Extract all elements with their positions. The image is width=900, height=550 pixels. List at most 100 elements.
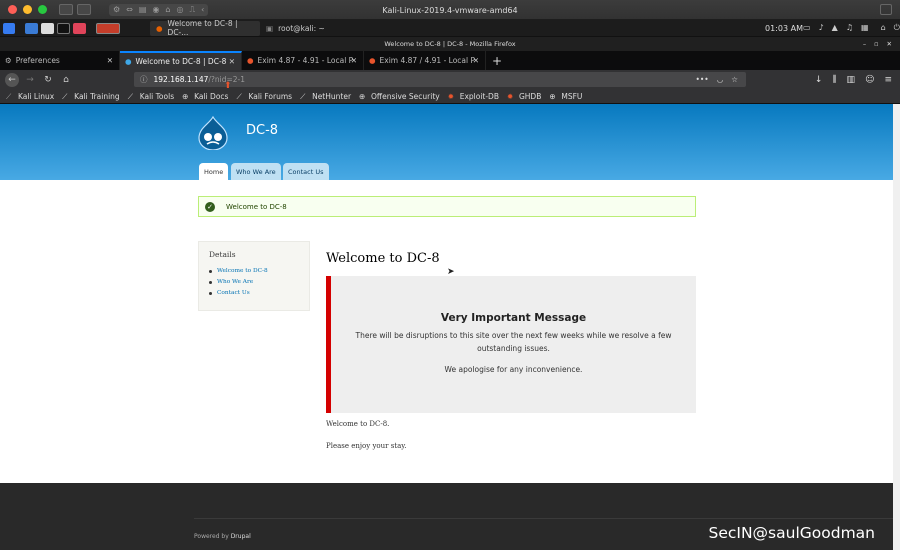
important-notice: Very Important Message There will be dis… — [326, 276, 696, 413]
reload-icon[interactable]: ↻ — [41, 73, 55, 87]
volume-icon[interactable]: ♪ — [819, 23, 824, 33]
tab-preferences[interactable]: ⚙ Preferences ✕ — [0, 51, 120, 70]
toolbar-right: ↓ ⫼ ▥ ☺ ≡ — [815, 75, 892, 85]
tab-welcome[interactable]: ● Welcome to DC-8 | DC-8 ✕ — [120, 51, 242, 70]
bookmark-kali-training[interactable]: ⟋ Kali Training — [62, 92, 120, 101]
fullscreen-button[interactable] — [880, 4, 892, 15]
firefox-window-title: Welcome to DC-8 | DC-8 - Mozilla Firefox — [384, 40, 516, 48]
kali-dragon-icon: ⟋ — [6, 91, 12, 101]
clock[interactable]: 01:03 AM — [765, 24, 803, 33]
exploit-db-favicon-icon: ● — [247, 56, 254, 65]
nav-tab-home[interactable]: Home — [199, 163, 229, 180]
app-icon[interactable] — [73, 22, 86, 34]
notice-paragraph-1: There will be disruptions to this site o… — [355, 331, 672, 353]
download-icon[interactable]: ↓ — [815, 75, 823, 85]
sidebar-link-welcome[interactable]: Welcome to DC-8 — [209, 268, 299, 274]
maximize-icon[interactable]: ▫ — [874, 40, 878, 48]
network-icon[interactable]: ▦ — [861, 23, 869, 33]
bookmark-offsec[interactable]: ⊕ Offensive Security — [359, 92, 440, 101]
drupal-link[interactable]: Drupal — [231, 533, 251, 540]
status-message: ✓ Welcome to DC-8 — [198, 196, 696, 217]
globe-icon: ⊕ — [549, 91, 556, 101]
sidebar-link-contact-us[interactable]: Contact Us — [209, 290, 299, 296]
exploit-db-icon: ✹ — [447, 91, 454, 101]
bookmark-label: Exploit-DB — [459, 91, 499, 101]
bookmark-kali-linux[interactable]: ⟋ Kali Linux — [6, 92, 54, 101]
close-icon[interactable]: ✕ — [887, 40, 892, 48]
minimize-icon[interactable]: – — [863, 40, 866, 48]
vm-titlebar: ⚙ ⇔ ▤ ◉ ⌂ ◎ ⎍ ‹ Kali-Linux-2019.4-vmware-amd64 — [0, 0, 900, 20]
library-icon[interactable]: ⫼ — [832, 75, 836, 85]
close-tab-icon[interactable]: ✕ — [473, 56, 479, 65]
task-terminal-label: root@kali: ~ — [278, 23, 325, 33]
sidebar-title: Details — [209, 250, 236, 259]
globe-icon: ⊕ — [359, 91, 366, 101]
globe-icon: ⊕ — [182, 91, 189, 101]
task-firefox-label: Welcome to DC-8 | DC-... — [167, 19, 238, 37]
account-icon[interactable]: ☺ — [865, 75, 874, 85]
bookmark-kali-tools[interactable]: ⟋ Kali Tools — [128, 92, 174, 101]
kali-menu-icon[interactable] — [3, 22, 15, 34]
site-name[interactable]: DC-8 — [246, 123, 278, 138]
home-icon[interactable]: ⌂ — [59, 73, 73, 87]
power-icon[interactable]: ⏻ — [894, 23, 900, 33]
notification-icon[interactable]: ▲ — [832, 23, 838, 33]
notice-title: Very Important Message — [440, 312, 587, 324]
task-terminal[interactable]: ▣ root@kali: ~ — [260, 21, 331, 36]
powered-by: Powered by Drupal — [194, 533, 251, 540]
bell-icon[interactable]: ♫ — [846, 23, 853, 33]
page-scrollbar[interactable] — [893, 104, 900, 550]
url-host: 192.168.1.147 — [153, 75, 209, 84]
forward-icon[interactable]: → — [23, 73, 37, 87]
nethunter-icon: ⟋ — [300, 91, 306, 101]
bookmark-label: Kali Training — [74, 91, 120, 101]
info-icon[interactable]: ⓘ — [140, 74, 148, 85]
ghdb-icon: ✹ — [506, 91, 514, 101]
display-icon[interactable]: ▭ — [803, 23, 811, 33]
desktop-icon[interactable] — [25, 22, 38, 34]
close-tab-icon[interactable]: ✕ — [351, 56, 357, 65]
bookmark-exploit-db[interactable]: ✹ Exploit-DB — [448, 92, 499, 101]
more-icon[interactable]: ••• — [695, 75, 708, 84]
bookmark-label: NetHunter — [312, 91, 352, 101]
sidebar-icon[interactable]: ▥ — [847, 75, 856, 85]
notice-paragraph-2: We apologise for any inconvenience. — [444, 365, 583, 374]
new-tab-icon[interactable]: + — [492, 51, 502, 70]
gear-icon: ⚙ — [5, 56, 12, 65]
bookmark-label: MSFU — [561, 91, 583, 101]
sidebar-block: Details Welcome to DC-8 Who We Are Conta… — [198, 241, 310, 311]
tab-exim-2[interactable]: ● Exim 4.87 / 4.91 - Local P ✕ — [364, 51, 486, 70]
bookmark-label: Offensive Security — [371, 91, 440, 101]
bookmark-kali-forums[interactable]: ⟋ Kali Forums — [236, 92, 292, 101]
star-icon[interactable]: ☆ — [731, 75, 738, 84]
drupal-logo-icon[interactable] — [197, 116, 229, 150]
bookmark-ghdb[interactable]: ✹ GHDB — [507, 92, 541, 101]
bookmark-msfu[interactable]: ⊕ MSFU — [549, 92, 582, 101]
vm-title: Kali-Linux-2019.4-vmware-amd64 — [382, 6, 518, 15]
files-icon[interactable] — [41, 22, 54, 34]
menu-icon[interactable]: ≡ — [884, 75, 892, 85]
check-icon: ✓ — [205, 201, 215, 212]
sidebar-link-who-we-are[interactable]: Who We Are — [209, 279, 299, 285]
metasploit-icon[interactable] — [96, 22, 120, 34]
terminal-icon[interactable] — [57, 22, 70, 34]
bookmark-kali-docs[interactable]: ⊕ Kali Docs — [182, 92, 228, 101]
back-icon[interactable]: ← — [5, 72, 19, 87]
lock-screen-icon[interactable]: ⌂ — [881, 23, 886, 33]
tab-exim-1[interactable]: ● Exim 4.87 - 4.91 - Local P ✕ — [242, 51, 364, 70]
close-tab-icon[interactable]: ✕ — [229, 57, 235, 66]
tab-strip: ⚙ Preferences ✕ ● Welcome to DC-8 | DC-8 ✕ ●… — [0, 51, 900, 70]
body-text-1: Welcome to DC-8. — [326, 420, 390, 428]
task-firefox[interactable]: ● Welcome to DC-8 | DC-... — [150, 19, 260, 37]
bookmark-nethunter[interactable]: ⟋ NetHunter — [300, 92, 351, 101]
pocket-icon[interactable]: ◡ — [717, 75, 724, 84]
close-tab-icon[interactable]: ✕ — [107, 56, 113, 65]
url-bar[interactable]: ⓘ 192.168.1.147/?nid=2-1 ⬆ ••• ◡ ☆ — [134, 72, 746, 91]
bookmark-label: Kali Docs — [194, 91, 229, 101]
nav-tab-contact-us[interactable]: Contact Us — [283, 163, 329, 180]
sidebar-menu: Welcome to DC-8 Who We Are Contact Us — [209, 268, 299, 296]
body-text-2: Please enjoy your stay. — [326, 442, 407, 450]
nav-tab-who-we-are[interactable]: Who We Are — [231, 163, 281, 180]
bookmark-label: Kali Tools — [139, 91, 175, 101]
firefox-titlebar: Welcome to DC-8 | DC-8 - Mozilla Firefox… — [0, 37, 900, 51]
